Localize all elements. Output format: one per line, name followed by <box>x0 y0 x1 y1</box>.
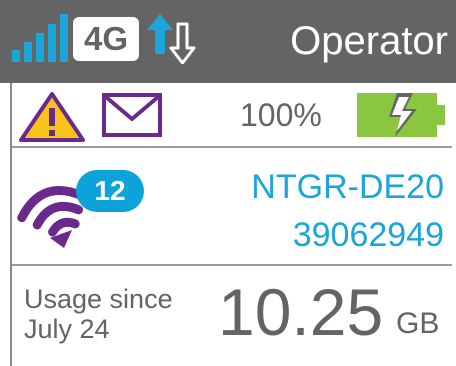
network-type-badge: 4G <box>73 17 139 61</box>
data-up-down-arrows-icon <box>147 14 196 64</box>
device-screen: 4G Operator 100% 12 NTGR-DE20 39062949 U… <box>0 0 456 366</box>
divider <box>12 264 452 266</box>
wifi-ssid: NTGR-DE20 <box>251 168 444 206</box>
status-bar: 4G Operator <box>0 0 456 83</box>
usage-label: Usage since <box>24 284 173 314</box>
alert-warning-icon[interactable] <box>18 91 86 143</box>
mail-icon[interactable] <box>102 93 162 137</box>
notifications-row: 100% <box>0 83 456 145</box>
battery-charging-icon <box>357 93 445 137</box>
divider <box>12 146 452 148</box>
operator-name: Operator <box>290 19 448 63</box>
battery-percentage: 100% <box>240 97 322 133</box>
usage-value: 10.25 <box>218 275 384 349</box>
signal-bars-icon <box>12 14 68 62</box>
connected-clients-badge: 12 <box>76 170 144 212</box>
usage-date: July 24 <box>24 314 110 344</box>
wifi-password: 39062949 <box>292 216 444 254</box>
usage-unit: GB <box>396 307 440 340</box>
